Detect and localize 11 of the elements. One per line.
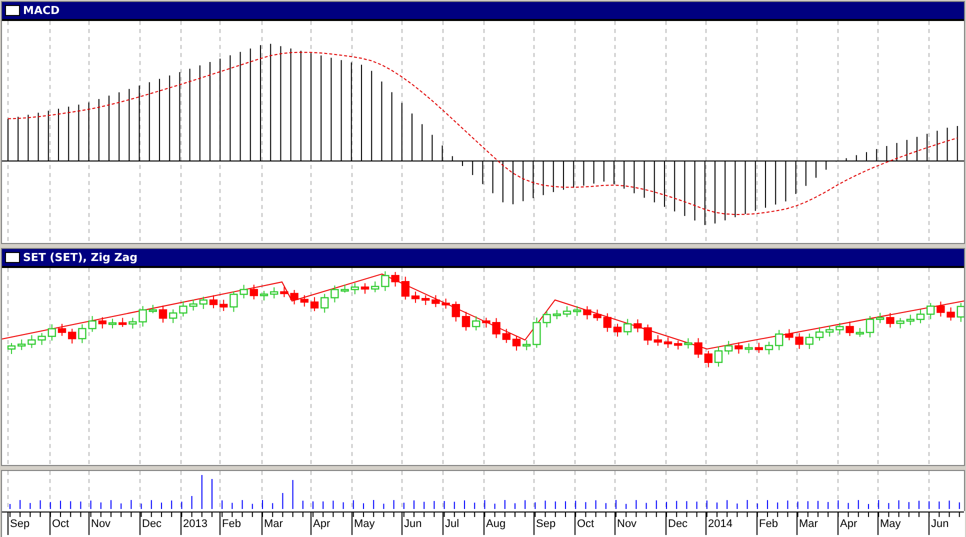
axis-label: Apr: [839, 518, 858, 532]
axis-label: May: [879, 518, 902, 532]
window-icon: [5, 252, 20, 264]
axis-label: Apr: [312, 518, 332, 532]
panel-title: SET (SET), Zig Zag: [23, 251, 138, 264]
axis-label: May: [353, 518, 376, 532]
panel-title: MACD: [23, 4, 60, 17]
window-icon: [5, 5, 20, 16]
axis-label: Aug: [485, 518, 507, 532]
axis-label: Sep: [9, 518, 31, 532]
axis-label: Sep: [535, 518, 557, 532]
